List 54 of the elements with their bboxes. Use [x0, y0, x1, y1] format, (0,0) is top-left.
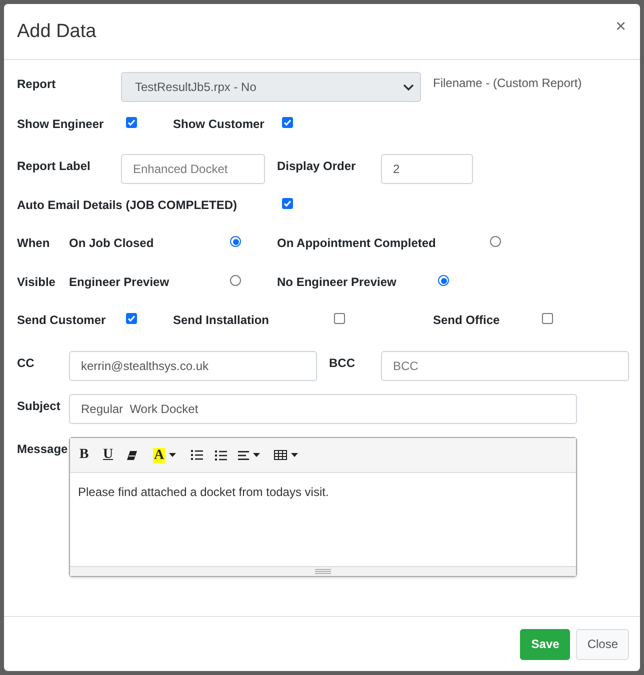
- display-order-field[interactable]: 2: [381, 154, 473, 184]
- checkbox[interactable]: [282, 198, 293, 209]
- highlight-letter: A: [153, 448, 166, 462]
- field-label: Send Installation: [173, 312, 270, 327]
- radio-button[interactable]: [490, 236, 501, 247]
- resize-handle-icon[interactable]: [315, 569, 331, 574]
- field-label: Subject: [17, 398, 62, 413]
- bullet-list-icon: [191, 450, 204, 460]
- field-label: Engineer Preview: [69, 274, 170, 289]
- field-label: Display Order: [277, 158, 357, 173]
- dialog-title: Add Data: [17, 20, 96, 42]
- numbered-list-icon: [215, 450, 228, 460]
- caret-icon: [291, 453, 298, 457]
- caret-icon: [253, 453, 260, 457]
- checkbox[interactable]: [126, 313, 137, 324]
- field-label: Visible: [17, 274, 56, 289]
- checkbox[interactable]: [126, 117, 137, 128]
- field-label: When: [17, 235, 51, 250]
- report-label-field[interactable]: Enhanced Docket: [121, 154, 265, 184]
- caret-icon: [169, 453, 176, 457]
- field-label: On Appointment Completed: [277, 235, 437, 250]
- message-text: Please find attached a docket from todays visit.: [77, 484, 330, 501]
- field-label: Show Engineer: [17, 116, 105, 131]
- underline-button[interactable]: U: [97, 443, 119, 467]
- radio-button[interactable]: [230, 236, 241, 247]
- table-icon: [274, 450, 288, 460]
- eraser-icon: [127, 450, 137, 460]
- radio-button[interactable]: [230, 275, 241, 286]
- field-label: Send Customer: [17, 312, 107, 327]
- filename-note: Filename - (Custom Report): [433, 75, 582, 90]
- checkbox[interactable]: [334, 313, 345, 324]
- field-label: Auto Email Details (JOB COMPLETED): [17, 197, 238, 212]
- close-button[interactable]: Close: [576, 628, 629, 660]
- field-label: No Engineer Preview: [277, 274, 398, 289]
- subject-field[interactable]: Regular Work Docket: [69, 394, 577, 424]
- field-label: Message: [17, 441, 69, 456]
- field-label: Send Office: [433, 312, 501, 327]
- radio-button[interactable]: [438, 275, 449, 286]
- message-editor[interactable]: B U A Please find attached a docket from todays visit.: [69, 437, 577, 577]
- bold-button[interactable]: B: [73, 443, 95, 467]
- field-label: Report: [17, 76, 57, 91]
- chevron-down-icon: [403, 84, 414, 90]
- field-label: Report Label: [17, 158, 92, 173]
- field-label: CC: [17, 355, 36, 370]
- checkbox[interactable]: [282, 117, 293, 128]
- highlight-button[interactable]: A: [149, 443, 180, 467]
- checkbox[interactable]: [542, 313, 553, 324]
- cc-field[interactable]: kerrin@stealthsys.co.uk: [69, 351, 317, 381]
- field-label: Show Customer: [173, 116, 266, 131]
- bcc-field[interactable]: BCC: [381, 351, 629, 381]
- report-select[interactable]: TestResultJb5.rpx - No: [121, 72, 421, 102]
- field-label: On Job Closed: [69, 235, 155, 250]
- field-label: BCC: [329, 355, 356, 370]
- align-left-icon: [238, 450, 250, 460]
